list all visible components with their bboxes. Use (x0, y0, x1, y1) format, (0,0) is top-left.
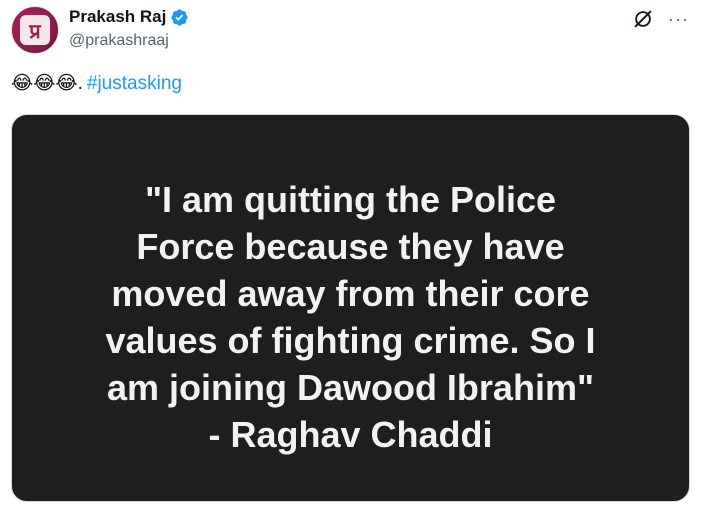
quote-line: am joining Dawood Ibrahim" (106, 367, 595, 408)
quote-line: Force because they have (136, 226, 565, 267)
author-display-name[interactable]: Prakash Raj (69, 7, 166, 27)
avatar[interactable]: प्र (11, 6, 59, 54)
author-handle[interactable]: @prakashraaj (69, 32, 169, 50)
tweet-top-actions: ··· (632, 8, 689, 30)
quote-attribution: - Raghav Chaddi (208, 414, 493, 455)
tweet-separator: . (77, 72, 83, 94)
more-options-icon[interactable]: ··· (668, 8, 689, 30)
quote-line: moved away from their core (111, 273, 590, 314)
tweet-text: 😂😂😂 . #justasking (11, 72, 182, 95)
grok-icon[interactable] (632, 8, 654, 30)
tweet-emojis: 😂😂😂 (11, 73, 78, 94)
avatar-logo: प्र (20, 15, 50, 45)
author-name-row: Prakash Raj (69, 7, 189, 27)
verified-badge-icon[interactable] (170, 8, 189, 27)
quote-line: "I am quitting the Police (144, 179, 557, 220)
quote-line: values of fighting crime. So I (105, 320, 596, 361)
quote-text-block: "I am quitting the Police Force because … (105, 176, 595, 458)
tweet-media-image[interactable]: "I am quitting the Police Force because … (11, 114, 690, 502)
hashtag-link[interactable]: #justasking (87, 73, 182, 95)
